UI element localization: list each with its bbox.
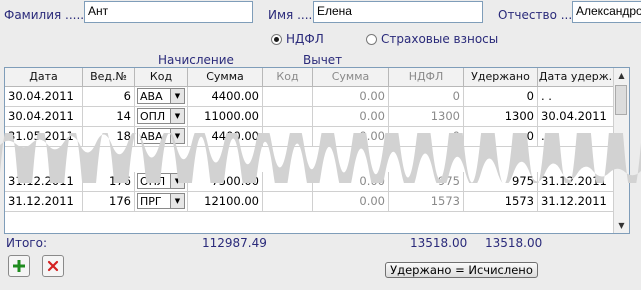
- cell-withheld-date: 31.12.2011: [538, 192, 614, 212]
- radio-insurance-dot[interactable]: [366, 33, 377, 45]
- col-withheld-date[interactable]: Дата удерж.: [538, 68, 614, 87]
- add-row-button[interactable]: [8, 255, 30, 277]
- code-dropdown[interactable]: АВА ▼: [137, 88, 185, 104]
- delete-row-button[interactable]: [42, 255, 64, 277]
- cell-ndfl: 0: [389, 87, 464, 107]
- code-dropdown[interactable]: ОПЛ ▼: [137, 108, 185, 124]
- patronymic-field[interactable]: Александро: [572, 1, 641, 23]
- radio-ndfl-dot[interactable]: [271, 33, 282, 45]
- grid-header: Дата Вед.№ Код Сумма Код Сумма НДФЛ Удер…: [5, 68, 614, 87]
- col-withheld[interactable]: Удержано: [464, 68, 538, 87]
- surname-field[interactable]: Ант: [84, 1, 253, 23]
- cell-date: 31.12.2011: [5, 192, 83, 212]
- col-ded-sum[interactable]: Сумма: [313, 68, 389, 87]
- total-label: Итого:: [6, 236, 47, 250]
- withheld-equals-calculated-button[interactable]: Удержано = Исчислено: [385, 262, 538, 278]
- cell-num: 14: [83, 107, 135, 127]
- table-row[interactable]: 30.04.2011 14 ОПЛ ▼ 11000.00 0.00 1300 13…: [5, 107, 614, 127]
- group-deduction-label: Вычет: [303, 53, 343, 67]
- radio-insurance-label: Страховые взносы: [381, 32, 499, 46]
- cell-code: ПРГ ▼: [135, 192, 188, 212]
- cell-withheld-date: 30.04.2011: [538, 107, 614, 127]
- torn-edge-overlay: [0, 133, 641, 183]
- cell-date: 30.04.2011: [5, 87, 83, 107]
- chevron-down-icon[interactable]: ▼: [170, 109, 184, 123]
- name-field[interactable]: Елена: [313, 1, 483, 23]
- code-value: ПРГ: [140, 194, 162, 208]
- cell-num: 176: [83, 192, 135, 212]
- group-accrual-label: Начисление: [158, 53, 234, 67]
- radio-ndfl[interactable]: НДФЛ: [271, 32, 324, 46]
- scroll-thumb[interactable]: [615, 85, 627, 115]
- col-ndfl[interactable]: НДФЛ: [389, 68, 464, 87]
- total-sum: 112987.49: [202, 236, 267, 250]
- total-withheld: 13518.00: [485, 236, 543, 250]
- cell-ded-code: [263, 107, 313, 127]
- cell-ndfl: 1300: [389, 107, 464, 127]
- radio-ndfl-label: НДФЛ: [286, 32, 324, 46]
- code-dropdown[interactable]: ПРГ ▼: [137, 193, 185, 209]
- code-value: ОПЛ: [140, 109, 166, 123]
- cell-withheld-date: . .: [538, 87, 614, 107]
- cell-ded-sum: 0.00: [313, 107, 389, 127]
- col-code[interactable]: Код: [135, 68, 188, 87]
- cell-sum: 11000.00: [188, 107, 263, 127]
- col-num[interactable]: Вед.№: [83, 68, 135, 87]
- cell-withheld: 1573: [464, 192, 538, 212]
- scroll-down-icon[interactable]: ▼: [614, 218, 629, 233]
- cell-ded-code: [263, 192, 313, 212]
- cell-ded-sum: 0.00: [313, 192, 389, 212]
- cell-withheld: 1300: [464, 107, 538, 127]
- chevron-down-icon[interactable]: ▼: [170, 194, 184, 208]
- col-ded-code[interactable]: Код: [263, 68, 313, 87]
- cell-withheld: 0: [464, 87, 538, 107]
- cell-sum: 4400.00: [188, 87, 263, 107]
- cell-code: АВА ▼: [135, 87, 188, 107]
- cell-code: ОПЛ ▼: [135, 107, 188, 127]
- cross-icon: [47, 260, 59, 272]
- table-row[interactable]: 31.12.2011 176 ПРГ ▼ 12100.00 0.00 1573 1…: [5, 192, 614, 212]
- chevron-down-icon[interactable]: ▼: [170, 89, 184, 103]
- total-ndfl: 13518.00: [410, 236, 468, 250]
- cell-date: 30.04.2011: [5, 107, 83, 127]
- scroll-up-icon[interactable]: ▲: [614, 68, 629, 83]
- cell-ndfl: 1573: [389, 192, 464, 212]
- cell-ded-code: [263, 87, 313, 107]
- cell-sum: 12100.00: [188, 192, 263, 212]
- col-sum[interactable]: Сумма: [188, 68, 263, 87]
- col-date[interactable]: Дата: [5, 68, 83, 87]
- cell-ded-sum: 0.00: [313, 87, 389, 107]
- surname-label: Фамилия ......: [4, 8, 88, 22]
- cell-num: 6: [83, 87, 135, 107]
- table-row[interactable]: 30.04.2011 6 АВА ▼ 4400.00 0.00 0 0 . .: [5, 87, 614, 107]
- radio-insurance[interactable]: Страховые взносы: [366, 32, 498, 46]
- code-value: АВА: [140, 89, 163, 103]
- plus-icon: [13, 260, 25, 272]
